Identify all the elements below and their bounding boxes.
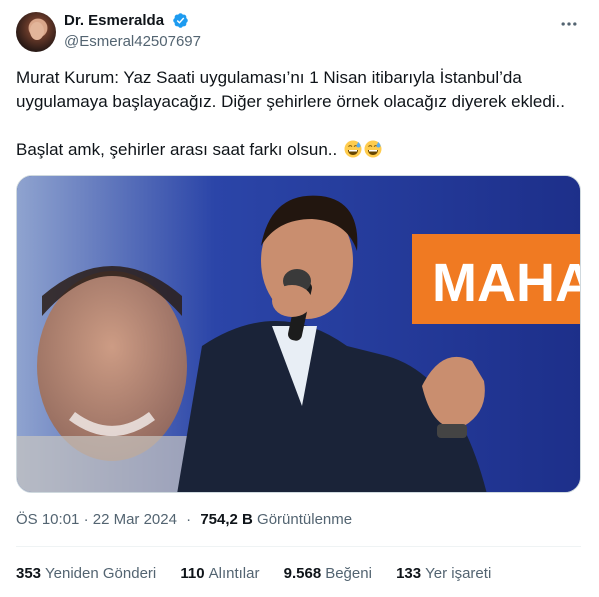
tweet-photo[interactable]: MAHA: [16, 175, 581, 493]
more-options-icon[interactable]: [559, 14, 579, 34]
engagement-stats: 353 Yeniden Gönderi 110 Alıntılar 9.568 Beğ…: [16, 565, 511, 582]
divider: [16, 546, 581, 547]
sweat-smile-emoji-icon: [364, 140, 382, 158]
photo-illustration: MAHA: [17, 176, 581, 492]
tweet-time[interactable]: ÖS 10:01: [16, 511, 79, 528]
author-handle[interactable]: @Esmeral42507697: [64, 33, 201, 50]
avatar[interactable]: [16, 12, 56, 52]
author-names: Dr. Esmeralda @Esmeral42507697: [64, 12, 201, 50]
tweet-header: Dr. Esmeralda @Esmeral42507697: [16, 10, 583, 54]
tweet-text: Murat Kurum: Yaz Saati uygulaması’nı 1 N…: [16, 66, 586, 162]
stat-quotes[interactable]: 110 Alıntılar: [180, 565, 259, 582]
tweet-date[interactable]: 22 Mar 2024: [93, 511, 177, 528]
tweet-text-line: uygulamaya başlayacağız. Diğer şehirlere…: [16, 92, 566, 111]
verified-badge-icon: [172, 13, 188, 29]
tweet-meta: ÖS 10:01 · 22 Mar 2024 · 754,2 B Görüntü…: [16, 511, 352, 528]
banner-text: MAHA: [432, 253, 581, 313]
views-count: 754,2 B: [200, 511, 253, 528]
meta-separator: ·: [186, 511, 192, 528]
tweet-text-line: Başlat amk, şehirler arası saat farkı ol…: [16, 138, 586, 162]
author-display-name[interactable]: Dr. Esmeralda: [64, 12, 164, 29]
stat-bookmarks[interactable]: 133 Yer işareti: [396, 565, 491, 582]
avatar-face: [30, 22, 44, 40]
views-label: Görüntülenme: [257, 511, 353, 528]
tweet-text-line: Murat Kurum: Yaz Saati uygulaması’nı 1 N…: [16, 68, 522, 87]
sweat-smile-emoji-icon: [344, 140, 362, 158]
stat-likes[interactable]: 9.568 Beğeni: [284, 565, 372, 582]
stat-reposts[interactable]: 353 Yeniden Gönderi: [16, 565, 156, 582]
meta-separator: ·: [83, 511, 89, 528]
